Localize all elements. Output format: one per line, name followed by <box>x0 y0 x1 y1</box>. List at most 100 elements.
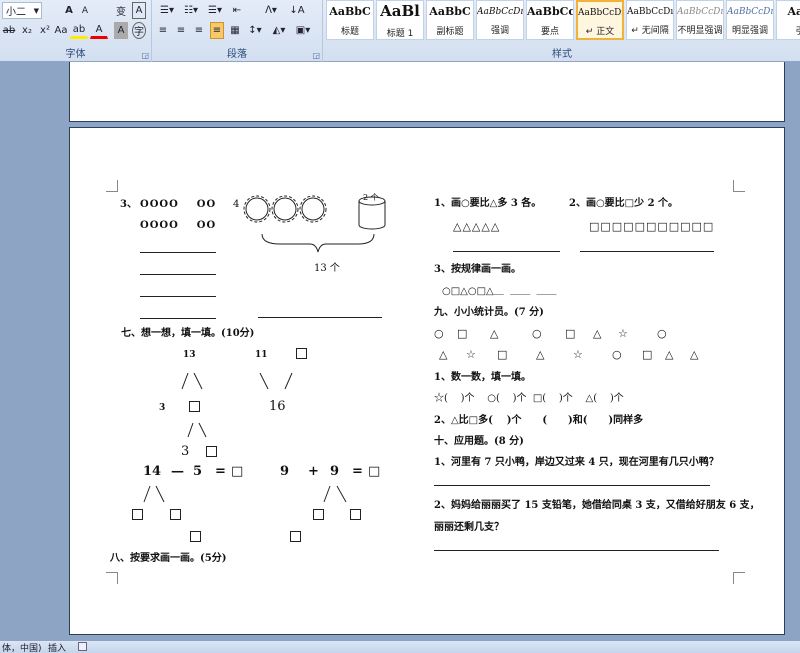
answer-box[interactable] <box>350 509 361 520</box>
answer-box[interactable] <box>189 401 200 412</box>
style-sample: AaBl <box>380 2 420 20</box>
style-5[interactable]: AaBbCcDı ↵ 正文 <box>576 0 624 40</box>
answer-box[interactable] <box>132 509 143 520</box>
square-row: □□□□□□□□□□□ <box>589 220 715 233</box>
font-color-button[interactable]: A <box>90 22 108 39</box>
answer-box[interactable] <box>296 348 307 359</box>
borders-button[interactable]: ▣▾ <box>292 22 314 39</box>
answer-line <box>434 550 719 551</box>
style-name: 标题 1 <box>386 29 414 39</box>
chevron-down-icon: ▼ <box>33 6 39 15</box>
style-4[interactable]: AaBbCcD 要点 <box>526 0 574 40</box>
shape-symbol: □ <box>642 348 653 361</box>
equation-term: 14 <box>143 464 162 479</box>
pattern-sequence: ○□△○□△＿ ＿＿ ＿＿ <box>442 286 557 297</box>
style-8[interactable]: AaBbCcDı 明显强调 <box>726 0 774 40</box>
style-2[interactable]: AaBbC 副标题 <box>426 0 474 40</box>
shape-symbol: □ <box>565 327 576 340</box>
sort-button[interactable]: ↓A <box>289 2 304 19</box>
bullets-button[interactable]: ☰▾ <box>156 2 178 19</box>
shape-symbol: ○ <box>434 327 444 340</box>
shrink-font-button[interactable]: A <box>78 2 92 19</box>
answer-line <box>453 251 560 252</box>
insert-mode-status[interactable]: 插入 <box>48 641 66 653</box>
count-row: ☆( )个 ○( )个 □( )个 △( )个 <box>434 393 624 404</box>
style-name: 不明显强调 <box>677 26 723 36</box>
align-right-button[interactable]: ≡ <box>192 22 206 39</box>
phonetic-guide-icon[interactable]: 变 <box>114 2 128 19</box>
style-0[interactable]: AaBbC 标题 <box>326 0 374 40</box>
answer-box[interactable] <box>206 446 217 457</box>
style-name: ↵ 无间隔 <box>631 26 669 36</box>
style-1[interactable]: AaBl 标题 1 <box>376 0 424 40</box>
style-sample: AaBbC <box>329 5 371 18</box>
q3-label: 3、 <box>120 199 137 210</box>
shading-button[interactable]: ◭▾ <box>268 22 290 39</box>
style-name: ↵ 正文 <box>585 27 615 37</box>
language-status[interactable]: 体，中国) <box>2 641 42 653</box>
shape-symbol: ☆ <box>618 327 628 340</box>
subscript-button[interactable]: x₂ <box>20 22 34 39</box>
decrease-indent-button[interactable]: ⇤ <box>230 2 244 19</box>
style-name: 强调 <box>490 26 509 36</box>
answer-box[interactable] <box>170 509 181 520</box>
tree-branches <box>181 372 293 390</box>
styles-group: AaBbC标题AaBl标题 1AaBbC副标题AaBbCcDı强调AaBbCcD… <box>324 0 800 62</box>
macro-record-icon[interactable] <box>78 642 87 651</box>
enclose-char-button[interactable]: 字 <box>132 22 146 39</box>
answer-box[interactable] <box>190 531 201 542</box>
equation-term: + <box>308 464 319 479</box>
multilevel-list-button[interactable]: ☰▾ <box>204 2 226 19</box>
char-shading-button[interactable]: A <box>114 22 128 39</box>
shape-symbol: □ <box>497 348 508 361</box>
section-7-title: 七、想一想，填一填。(10分) <box>121 328 255 339</box>
section-10-title: 十、应用题。(8 分) <box>434 436 524 447</box>
brace-icon <box>261 233 375 253</box>
q3-circles-row2: OOOO OO <box>140 220 217 231</box>
styles-group-label: 样式 <box>552 49 572 60</box>
app-problem-1: 1、河里有 7 只小鸭，岸边又过来 4 只，现在河里有几只小鸭？ <box>434 457 719 468</box>
paragraph-group: ☰▾ ☷▾ ☰▾ ⇤ ᐱ▾ ↓A ≡ ≡ ≡ ≡ ▦ ↕▾ ◭▾ ▣▾ 段落 ◲ <box>152 0 323 62</box>
tree-branches <box>143 485 347 503</box>
chinese-layout-button[interactable]: ᐱ▾ <box>260 2 282 19</box>
answer-box-symbol[interactable]: □ <box>231 465 243 478</box>
equation-term: = <box>215 464 226 479</box>
answer-line <box>258 317 382 318</box>
style-3[interactable]: AaBbCcDı 强调 <box>476 0 524 40</box>
paragraph-group-label: 段落 <box>227 49 247 60</box>
answer-box[interactable] <box>290 531 301 542</box>
shape-symbol: △ <box>439 348 448 361</box>
char-border-button[interactable]: A <box>132 2 146 19</box>
gear-outline <box>271 195 299 223</box>
style-sample: AaBbCcDı <box>477 7 523 17</box>
style-9[interactable]: AaB 引 <box>776 0 800 40</box>
dialog-launcher-icon[interactable]: ◲ <box>312 51 320 60</box>
align-left-button[interactable]: ≡ <box>156 22 170 39</box>
superscript-button[interactable]: x² <box>38 22 52 39</box>
highlight-color-button[interactable]: ab <box>70 22 88 39</box>
line-spacing-button[interactable]: ↕▾ <box>244 22 266 39</box>
count-title: 1、数一数，填一填。 <box>434 372 531 383</box>
document-page[interactable]: 3、 OOOO OO OOOO OO 4 2 个 13 个 七、想一想，填一填。… <box>69 127 785 635</box>
change-case-button[interactable]: Aa <box>54 22 68 39</box>
font-group: 小二 ▼ A A 变 A ab x₂ x² Aa ab A A 字 字体 ◲ <box>0 0 152 62</box>
style-7[interactable]: AaBbCcDı 不明显强调 <box>676 0 724 40</box>
shape-symbol: ○ <box>532 327 542 340</box>
shape-symbol: △ <box>536 348 545 361</box>
answer-box-symbol[interactable]: □ <box>368 465 380 478</box>
distributed-button[interactable]: ▦ <box>228 22 242 39</box>
strikethrough-button[interactable]: ab <box>2 22 16 39</box>
answer-line <box>140 274 216 275</box>
q3-cup-count: 2 个 <box>363 193 379 202</box>
style-6[interactable]: AaBbCcDı ↵ 无间隔 <box>626 0 674 40</box>
tree3-top: 3 <box>181 444 190 459</box>
grow-font-button[interactable]: A <box>62 2 76 19</box>
numbering-button[interactable]: ☷▾ <box>180 2 202 19</box>
justify-button[interactable]: ≡ <box>210 22 224 39</box>
align-center-button[interactable]: ≡ <box>174 22 188 39</box>
q3-four: 4 <box>233 199 240 210</box>
font-size-combo[interactable]: 小二 ▼ <box>2 2 42 19</box>
dialog-launcher-icon[interactable]: ◲ <box>141 51 149 60</box>
tree2-bottom: 16 <box>269 399 286 414</box>
answer-box[interactable] <box>313 509 324 520</box>
